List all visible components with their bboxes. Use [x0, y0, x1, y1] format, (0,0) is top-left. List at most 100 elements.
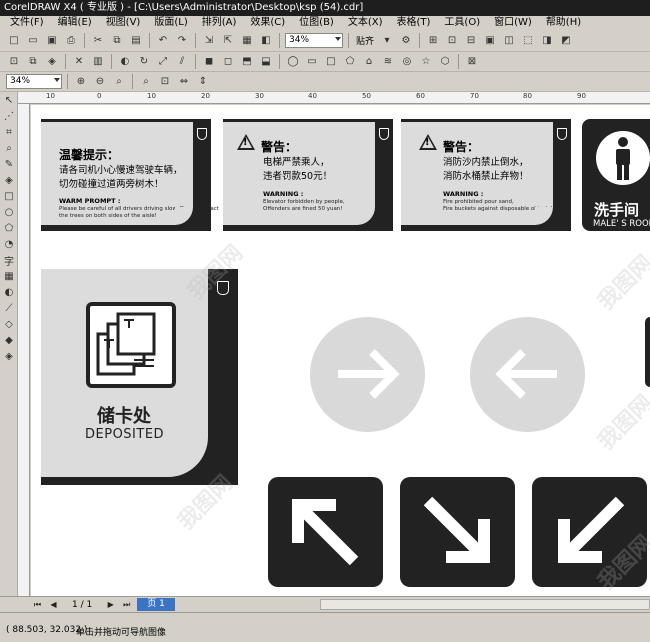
break-apart-icon[interactable]: ◫	[501, 33, 517, 49]
contour-icon[interactable]: ◎	[399, 54, 415, 70]
new-icon[interactable]: □	[6, 33, 22, 49]
ellipse-tool-icon[interactable]: ○	[0, 204, 18, 220]
polygon-tool-icon[interactable]: ⬠	[0, 220, 18, 236]
arrow-up-left-sign[interactable]	[268, 477, 383, 587]
vertical-ruler[interactable]	[18, 104, 30, 596]
horizontal-ruler[interactable]: 10 0 10 20 30 40 50 60 70 80 90	[18, 92, 650, 104]
menu-file[interactable]: 文件(F)	[4, 16, 51, 30]
export-icon[interactable]: ⇱	[220, 33, 236, 49]
shape-tool-icon[interactable]: ⋰	[0, 108, 18, 124]
menu-edit[interactable]: 编辑(E)	[51, 16, 99, 30]
arrow-down-left-sign[interactable]	[532, 477, 647, 587]
print-icon[interactable]: ⎙	[63, 33, 79, 49]
zoom-combo[interactable]: 34%	[6, 74, 62, 89]
redo-icon[interactable]: ↷	[174, 33, 190, 49]
zoom-page-icon[interactable]: ⊡	[157, 74, 173, 90]
first-page-icon[interactable]: ⏮	[32, 599, 43, 610]
interactive-tool-icon[interactable]: ◐	[0, 284, 18, 300]
combine-icon[interactable]: ▣	[482, 33, 498, 49]
fill-tool-icon[interactable]: ◆	[0, 332, 18, 348]
zoom-out-icon[interactable]: ⊖	[92, 74, 108, 90]
skew-icon[interactable]: ⫽	[174, 54, 190, 70]
zoom-selected-icon[interactable]: ⌕	[111, 74, 127, 90]
menu-effects[interactable]: 效果(C)	[243, 16, 292, 30]
rotate-icon[interactable]: ↻	[136, 54, 152, 70]
zoom-in-icon[interactable]: ⊕	[73, 74, 89, 90]
node-icon[interactable]: ⬚	[520, 33, 536, 49]
undo-icon[interactable]: ↶	[155, 33, 171, 49]
to-back-icon[interactable]: ⬓	[258, 54, 274, 70]
menu-table[interactable]: 表格(T)	[390, 16, 438, 30]
text-tool-icon[interactable]: 字	[0, 252, 18, 268]
menu-arrange[interactable]: 排列(A)	[195, 16, 244, 30]
open-icon[interactable]: ▭	[25, 33, 41, 49]
basic-shapes-icon[interactable]: ◔	[0, 236, 18, 252]
group-icon[interactable]: ⊡	[444, 33, 460, 49]
options-icon[interactable]: ⚙	[398, 33, 414, 49]
zoom-level-combo[interactable]: 34%	[285, 33, 343, 48]
reset-icon[interactable]: ◈	[44, 54, 60, 70]
envelope-icon[interactable]: ⌂	[361, 54, 377, 70]
duplicate-icon[interactable]: ⧉	[25, 54, 41, 70]
tip-sign[interactable]: 温馨提示： 请各司机小心慢速驾驶车辆， 切勿碰撞过道两旁树木！ WARM PRO…	[41, 119, 219, 231]
elevator-warning-sign[interactable]: ! 警告： 电梯严禁乘人， 违者罚款50元！ WARNING : Elevato…	[223, 119, 393, 231]
import-icon[interactable]: ⇲	[201, 33, 217, 49]
cut-icon[interactable]: ✂	[90, 33, 106, 49]
blend-icon[interactable]: ≋	[380, 54, 396, 70]
arrow-right-sign[interactable]	[310, 317, 425, 432]
convert-icon[interactable]: ⊠	[464, 54, 480, 70]
ellipse-shape-icon[interactable]: ◯	[285, 54, 301, 70]
snap-to-dropdown[interactable]: 贴齐	[354, 34, 376, 47]
smart-fill-icon[interactable]: ◈	[0, 172, 18, 188]
weld-icon[interactable]: ◨	[539, 33, 555, 49]
polygon-shape-icon[interactable]: ⬠	[342, 54, 358, 70]
zoom-all-icon[interactable]: ⌕	[138, 74, 154, 90]
menu-text[interactable]: 文本(X)	[341, 16, 390, 30]
freehand-tool-icon[interactable]: ✎	[0, 156, 18, 172]
rectangle-shape-icon[interactable]: ▭	[304, 54, 320, 70]
page-tab[interactable]: 页 1	[137, 598, 175, 611]
table-tool-icon[interactable]: ▦	[0, 268, 18, 284]
zoom-tool-icon[interactable]: ⌕	[0, 140, 18, 156]
deposit-sign[interactable]: 储卡处 DEPOSITED	[41, 269, 238, 485]
mirror-icon[interactable]: ◐	[117, 54, 133, 70]
drawing-canvas[interactable]: 温馨提示： 请各司机小心慢速驾驶车辆， 切勿碰撞过道两旁树木！ WARM PRO…	[31, 105, 650, 596]
star-icon[interactable]: ☆	[418, 54, 434, 70]
trim-icon[interactable]: ◩	[558, 33, 574, 49]
menu-layout[interactable]: 版面(L)	[147, 16, 194, 30]
zoom-height-icon[interactable]: ⇕	[195, 74, 211, 90]
arrow-left-sign[interactable]	[470, 317, 585, 432]
next-page-icon[interactable]: ▶	[105, 599, 116, 610]
arrow-down-right-sign[interactable]	[400, 477, 515, 587]
nudge-icon[interactable]: ⊡	[6, 54, 22, 70]
chevron-down-icon[interactable]: ▾	[379, 33, 395, 49]
delete-icon[interactable]: ✕	[71, 54, 87, 70]
to-front-icon[interactable]: ⬒	[239, 54, 255, 70]
fill-icon[interactable]: ◼	[201, 54, 217, 70]
menu-help[interactable]: 帮助(H)	[539, 16, 588, 30]
outline-tool-icon[interactable]: ◇	[0, 316, 18, 332]
launcher-icon[interactable]: ▦	[239, 33, 255, 49]
restroom-sign[interactable]: 洗手间 MALE' S ROOM	[582, 119, 650, 231]
lock-icon[interactable]: ▥	[90, 54, 106, 70]
eyedropper-tool-icon[interactable]: ⟋	[0, 300, 18, 316]
horizontal-scrollbar[interactable]	[320, 599, 650, 610]
save-icon[interactable]: ▣	[44, 33, 60, 49]
prev-page-icon[interactable]: ◀	[48, 599, 59, 610]
zoom-width-icon[interactable]: ⇔	[176, 74, 192, 90]
copy-icon[interactable]: ⧉	[109, 33, 125, 49]
menu-tools[interactable]: 工具(O)	[437, 16, 487, 30]
ungroup-icon[interactable]: ⊟	[463, 33, 479, 49]
fire-warning-sign[interactable]: ! 警告： 消防沙内禁止倒水， 消防水桶禁止弃物！ WARNING : Fire…	[401, 119, 571, 231]
menu-view[interactable]: 视图(V)	[99, 16, 148, 30]
align-icon[interactable]: ⊞	[425, 33, 441, 49]
menu-bitmaps[interactable]: 位图(B)	[292, 16, 341, 30]
welcome-icon[interactable]: ◧	[258, 33, 274, 49]
crop-tool-icon[interactable]: ⌗	[0, 124, 18, 140]
scale-icon[interactable]: ⤢	[155, 54, 171, 70]
rectangle-tool-icon[interactable]: □	[0, 188, 18, 204]
outline-icon[interactable]: ◻	[220, 54, 236, 70]
paste-icon[interactable]: ▤	[128, 33, 144, 49]
extrude-icon[interactable]: ⬡	[437, 54, 453, 70]
menu-window[interactable]: 窗口(W)	[487, 16, 539, 30]
